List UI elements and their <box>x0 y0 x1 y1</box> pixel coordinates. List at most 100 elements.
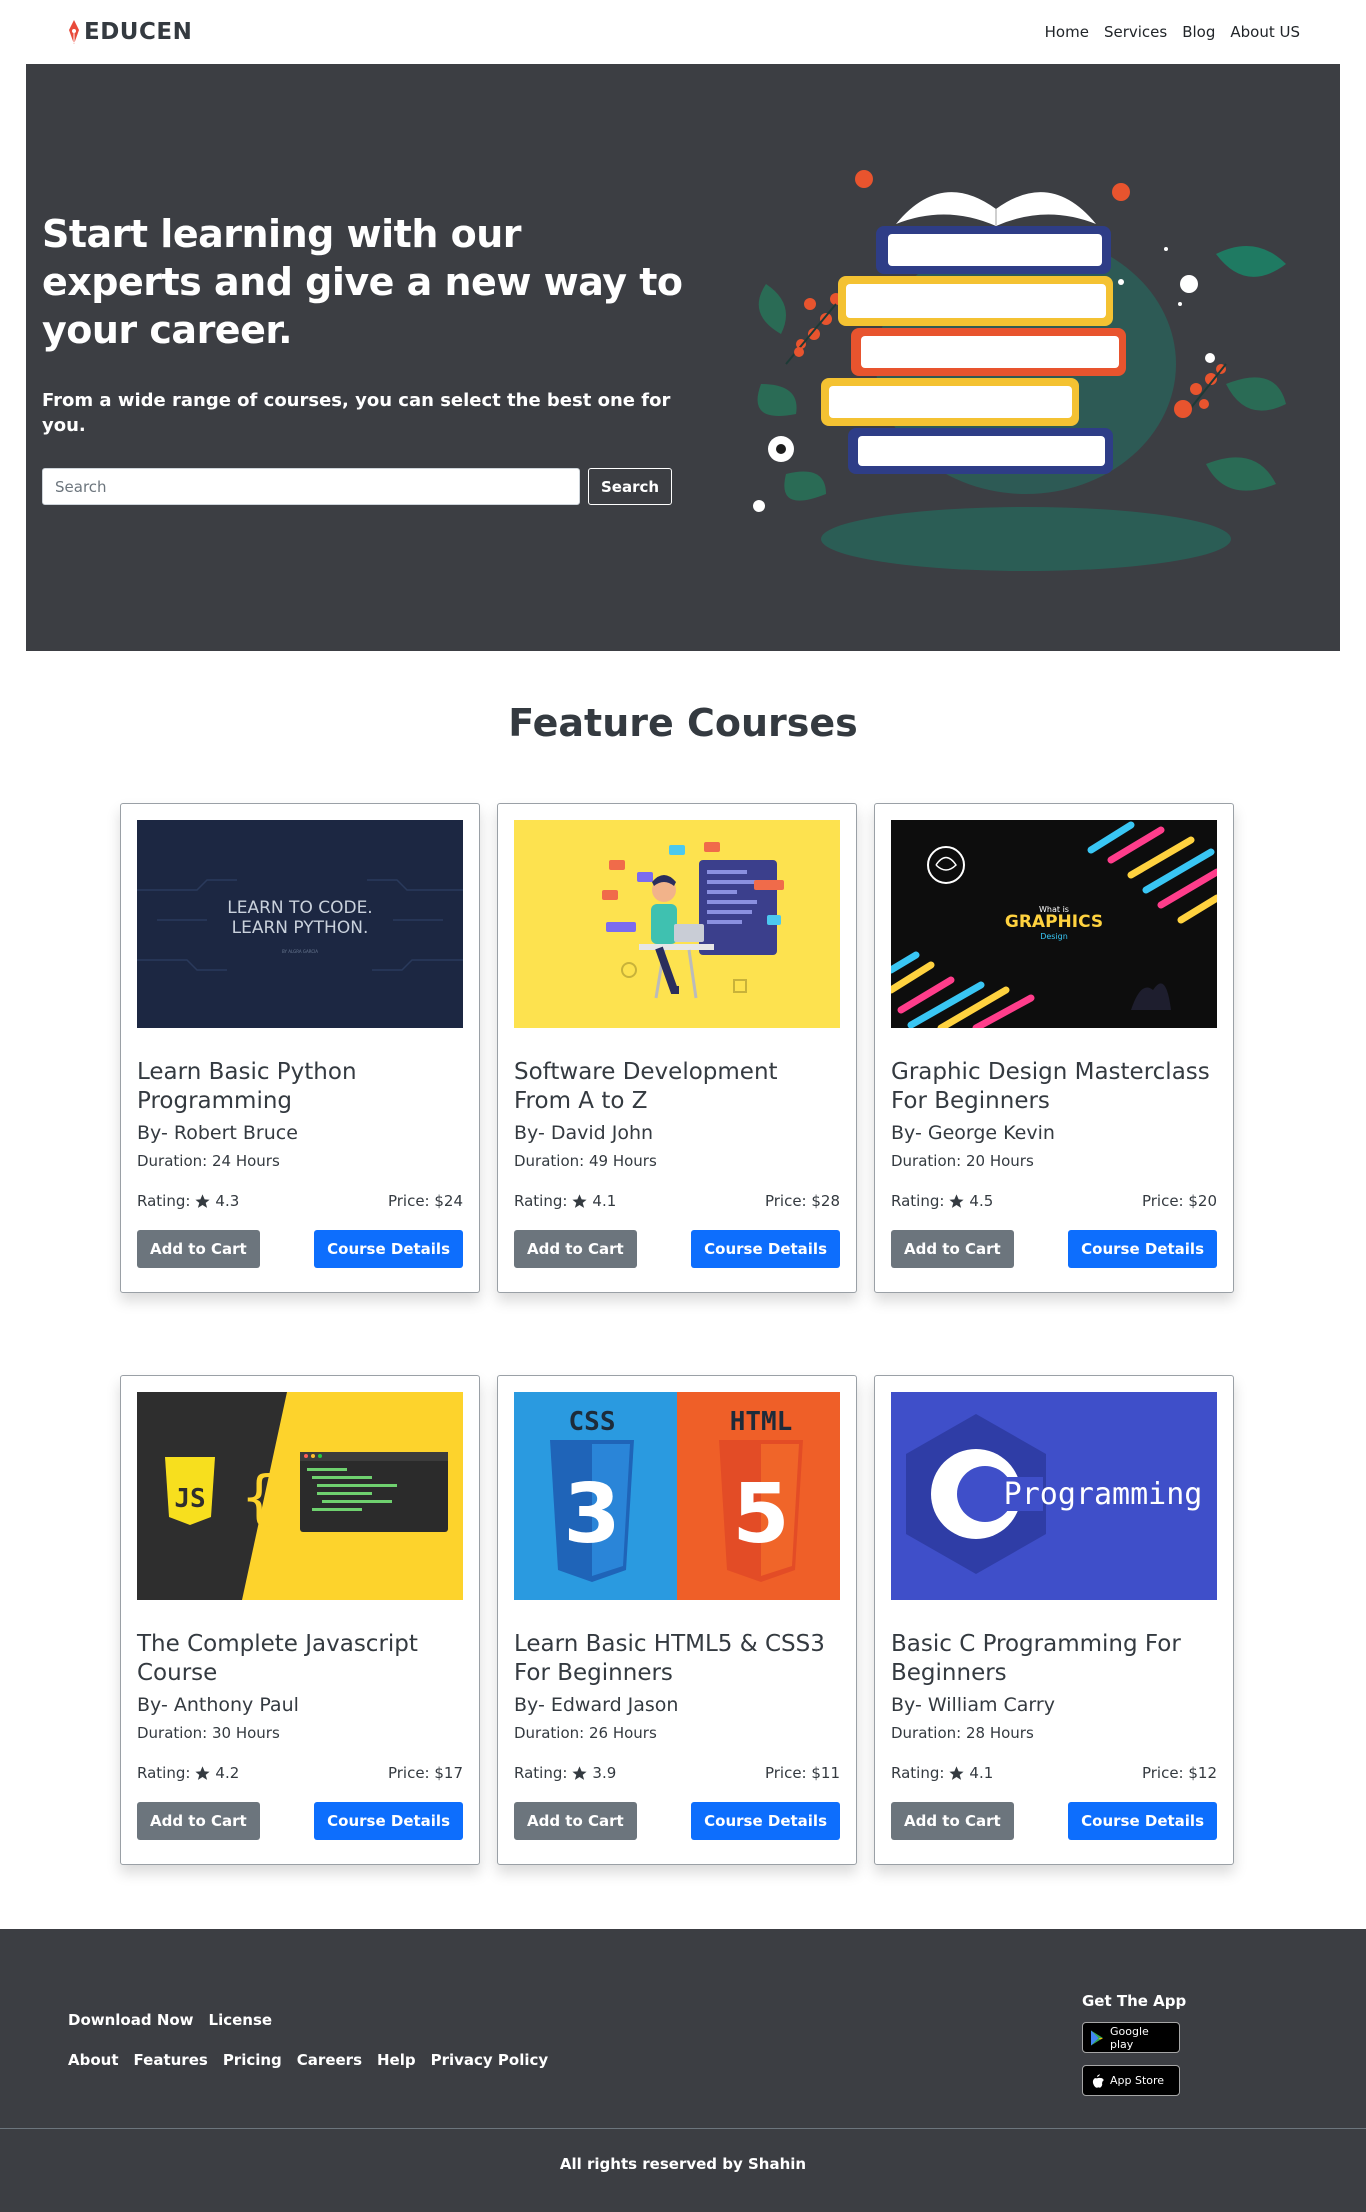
course-details-button[interactable]: Course Details <box>1068 1230 1217 1268</box>
footer-link-help[interactable]: Help <box>377 2051 416 2069</box>
course-meta: Rating: 4.1 Price: $12 <box>891 1764 1217 1782</box>
course-title: Learn Basic Python Programming <box>137 1059 357 1114</box>
get-app-block: Get The App Google play App Store <box>1082 1992 1186 2096</box>
course-price: Price: $28 <box>764 1192 840 1210</box>
star-icon <box>572 1765 588 1780</box>
course-card: JS { The Complete Javascript Course By- … <box>120 1375 480 1865</box>
footer-link-privacy[interactable]: Privacy Policy <box>431 2051 549 2069</box>
google-play-icon <box>1091 2030 1103 2045</box>
course-actions: Add to Cart Course Details <box>514 1802 840 1840</box>
star-icon <box>195 1765 211 1780</box>
star-icon <box>195 1193 211 1208</box>
course-rating: Rating: 4.1 <box>514 1192 616 1210</box>
nav-about-us[interactable]: About US <box>1230 23 1300 41</box>
add-to-cart-button[interactable]: Add to Cart <box>137 1802 260 1840</box>
nav-links: Home Services Blog About US <box>1045 23 1300 41</box>
course-meta: Rating: 4.1 Price: $28 <box>514 1192 840 1210</box>
course-details-button[interactable]: Course Details <box>691 1230 840 1268</box>
brand-logo[interactable]: EDUCEN <box>66 18 192 46</box>
c-image-text: Programming <box>1004 1477 1203 1512</box>
footer-links-secondary: About Features Pricing Careers Help Priv… <box>68 2051 548 2069</box>
search-input[interactable] <box>42 468 580 505</box>
rating-value: 4.1 <box>969 1764 994 1782</box>
course-price: Price: $20 <box>1141 1192 1217 1210</box>
footer-link-license[interactable]: License <box>209 2011 273 2029</box>
app-store-label: App Store <box>1110 2074 1165 2087</box>
course-thumbnail-javascript: JS { <box>137 1392 463 1600</box>
course-card: Software Development From A to Z By- Dav… <box>497 803 857 1293</box>
course-details-button[interactable]: Course Details <box>314 1802 463 1840</box>
footer-link-pricing[interactable]: Pricing <box>223 2051 282 2069</box>
pen-nib-icon <box>69 20 79 44</box>
rating-label: Rating: <box>514 1192 568 1210</box>
course-meta: Rating: 4.5 Price: $20 <box>891 1192 1217 1210</box>
graphics-image-text-2: GRAPHICS <box>1005 912 1103 932</box>
apple-icon <box>1092 2073 1104 2088</box>
course-author: By- David John <box>514 1122 654 1144</box>
nav-blog[interactable]: Blog <box>1182 23 1215 41</box>
add-to-cart-button[interactable]: Add to Cart <box>891 1230 1014 1268</box>
course-duration: Duration: 20 Hours <box>891 1152 1034 1170</box>
course-actions: Add to Cart Course Details <box>891 1802 1217 1840</box>
css3-number: 3 <box>563 1467 620 1562</box>
rating-value: 4.1 <box>592 1192 617 1210</box>
app-store-badge[interactable]: App Store <box>1082 2065 1180 2096</box>
course-card: Programming Basic C Programming For Begi… <box>874 1375 1234 1865</box>
add-to-cart-button[interactable]: Add to Cart <box>891 1802 1014 1840</box>
course-card: CSS HTML 3 5 Learn Basic HTML5 & CSS3 Fo… <box>497 1375 857 1865</box>
css-image-text: CSS <box>569 1407 616 1437</box>
google-play-badge[interactable]: Google play <box>1082 2022 1180 2053</box>
course-card: What is GRAPHICS Design Graphic Design M… <box>874 803 1234 1293</box>
course-author: By- Robert Bruce <box>137 1122 298 1144</box>
section-title: Feature Courses <box>508 701 858 745</box>
course-details-button[interactable]: Course Details <box>314 1230 463 1268</box>
course-title: The Complete Javascript Course <box>137 1631 418 1686</box>
course-duration: Duration: 26 Hours <box>514 1724 657 1742</box>
svg-text:{: { <box>242 1463 277 1531</box>
course-rating: Rating: 4.5 <box>891 1192 993 1210</box>
course-meta: Rating: 4.3 Price: $24 <box>137 1192 463 1210</box>
search-button[interactable]: Search <box>588 468 673 505</box>
footer-link-about[interactable]: About <box>68 2051 119 2069</box>
hero-subtitle: From a wide range of courses, you can se… <box>42 390 671 436</box>
course-author: By- Edward Jason <box>514 1694 679 1716</box>
footer-divider <box>0 2128 1366 2129</box>
course-author: By- Anthony Paul <box>137 1694 299 1716</box>
rating-label: Rating: <box>891 1192 945 1210</box>
rating-value: 3.9 <box>592 1764 617 1782</box>
rating-value: 4.5 <box>969 1192 994 1210</box>
course-actions: Add to Cart Course Details <box>137 1230 463 1268</box>
add-to-cart-button[interactable]: Add to Cart <box>514 1230 637 1268</box>
course-details-button[interactable]: Course Details <box>1068 1802 1217 1840</box>
footer-link-download[interactable]: Download Now <box>68 2011 194 2029</box>
course-details-button[interactable]: Course Details <box>691 1802 840 1840</box>
add-to-cart-button[interactable]: Add to Cart <box>137 1230 260 1268</box>
footer-link-careers[interactable]: Careers <box>297 2051 362 2069</box>
course-author: By- William Carry <box>891 1694 1055 1716</box>
course-title: Software Development From A to Z <box>514 1059 778 1114</box>
course-rating: Rating: 4.3 <box>137 1192 239 1210</box>
course-actions: Add to Cart Course Details <box>514 1230 840 1268</box>
course-thumbnail-graphics: What is GRAPHICS Design <box>891 820 1217 1028</box>
course-duration: Duration: 30 Hours <box>137 1724 280 1742</box>
nav-services[interactable]: Services <box>1104 23 1167 41</box>
js-image-text: JS <box>174 1484 205 1514</box>
rating-value: 4.2 <box>215 1764 240 1782</box>
course-price: Price: $12 <box>1141 1764 1217 1782</box>
rating-label: Rating: <box>514 1764 568 1782</box>
course-meta: Rating: 4.2 Price: $17 <box>137 1764 463 1782</box>
course-duration: Duration: 49 Hours <box>514 1152 657 1170</box>
python-image-text-3: BY ALGRA GARCIA <box>282 949 318 954</box>
get-app-title: Get The App <box>1082 1992 1187 2010</box>
hero-title: Start learning with our experts and give… <box>42 212 683 352</box>
add-to-cart-button[interactable]: Add to Cart <box>514 1802 637 1840</box>
course-thumbnail-html-css: CSS HTML 3 5 <box>514 1392 840 1600</box>
nav-home[interactable]: Home <box>1045 23 1089 41</box>
footer-link-features[interactable]: Features <box>134 2051 208 2069</box>
course-thumbnail-c-programming: Programming <box>891 1392 1217 1600</box>
star-icon <box>949 1193 965 1208</box>
hero-banner: Start learning with our experts and give… <box>26 64 1340 651</box>
course-duration: Duration: 28 Hours <box>891 1724 1034 1742</box>
python-image-text-1: LEARN TO CODE. <box>227 898 372 918</box>
copyright-text: All rights reserved by Shahin <box>559 2155 807 2173</box>
